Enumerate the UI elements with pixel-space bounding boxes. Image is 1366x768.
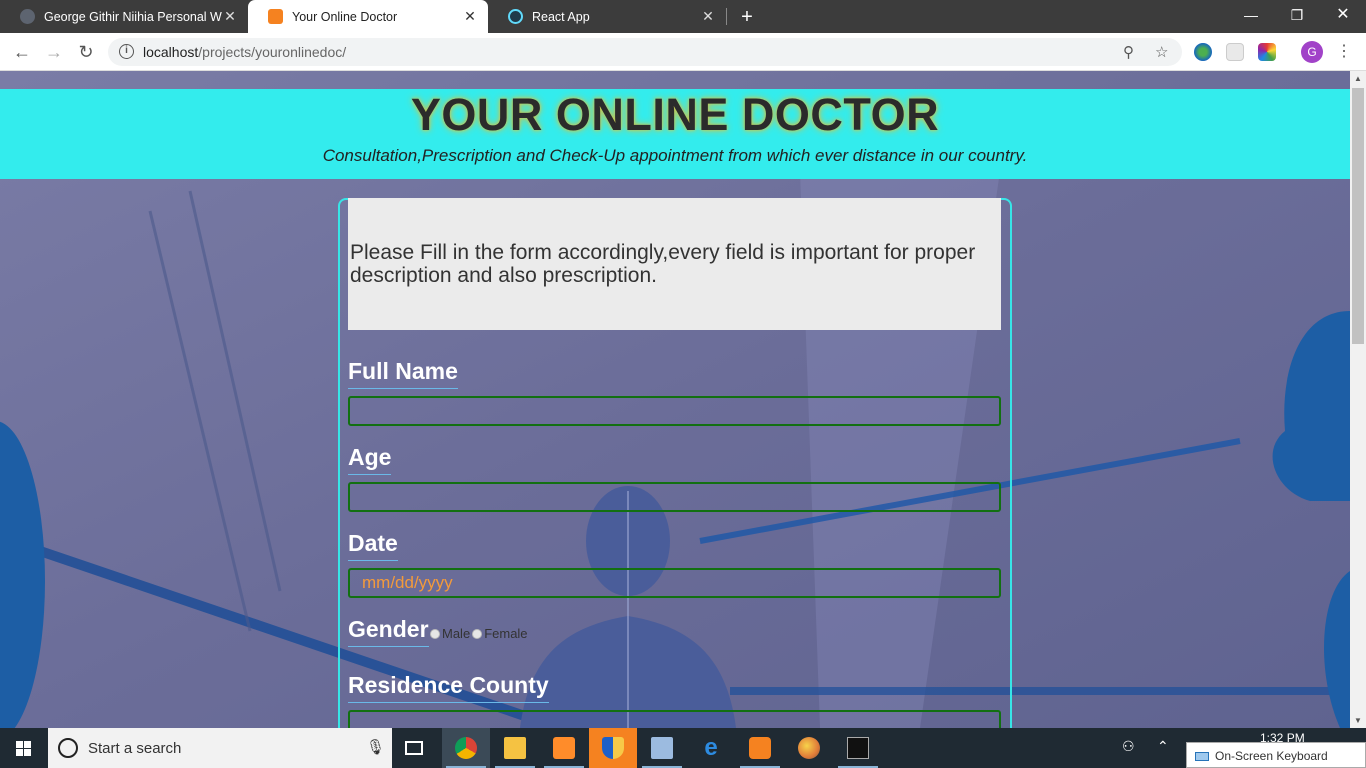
page-scrollbar[interactable]: ▲ ▼ xyxy=(1350,71,1366,728)
close-icon[interactable]: ✕ xyxy=(700,8,716,25)
taskbar-shield-app[interactable] xyxy=(589,728,637,768)
taskbar-sublime[interactable] xyxy=(540,728,588,768)
forward-button[interactable]: → xyxy=(42,40,66,64)
xampp-icon xyxy=(749,737,771,759)
shield-icon xyxy=(602,737,624,759)
minimize-button[interactable]: — xyxy=(1228,0,1274,30)
male-radio[interactable] xyxy=(430,628,440,639)
edge-icon: e xyxy=(704,734,718,761)
taskbar-search[interactable]: Start a search 🎙 xyxy=(48,728,392,768)
browser-tab-bar: George Githir Niihia Personal We ✕ Your … xyxy=(0,0,1366,33)
close-window-button[interactable]: ✕ xyxy=(1320,0,1366,30)
network-icon xyxy=(651,737,673,759)
taskbar-chrome[interactable] xyxy=(442,728,490,768)
folder-icon xyxy=(504,737,526,759)
site-header: YOUR ONLINE DOCTOR Consultation,Prescrip… xyxy=(0,89,1350,179)
date-input[interactable]: mm/dd/yyyy xyxy=(348,568,1001,598)
task-view-button[interactable] xyxy=(392,728,440,768)
xampp-icon xyxy=(268,9,283,24)
sublime-icon xyxy=(553,737,575,759)
chrome-icon xyxy=(455,737,477,759)
gender-options: Male Female xyxy=(430,626,528,641)
on-screen-keyboard-tooltip: On-Screen Keyboard xyxy=(1186,742,1366,768)
taskbar-network-app[interactable] xyxy=(638,728,686,768)
extension-color-icon[interactable] xyxy=(1258,43,1276,61)
task-view-icon xyxy=(405,741,423,755)
male-label: Male xyxy=(442,626,471,641)
cortana-icon xyxy=(58,738,78,758)
taskbar-file-explorer[interactable] xyxy=(491,728,539,768)
tab-react-app[interactable]: React App ✕ xyxy=(488,0,726,33)
scroll-up-icon[interactable]: ▲ xyxy=(1350,74,1366,83)
start-button[interactable] xyxy=(0,728,48,768)
gender-label: Gender xyxy=(348,616,429,647)
site-tagline: Consultation,Prescription and Check-Up a… xyxy=(322,146,1028,165)
taskbar-search-placeholder: Start a search xyxy=(88,740,182,757)
close-icon[interactable]: ✕ xyxy=(222,8,238,25)
new-tab-button[interactable]: + xyxy=(736,6,758,28)
browser-toolbar: ← → ↻ i localhost/projects/youronlinedoc… xyxy=(0,33,1366,71)
scrollbar-thumb[interactable] xyxy=(1352,88,1364,344)
taskbar-terminal[interactable] xyxy=(834,728,882,768)
site-title: YOUR ONLINE DOCTOR xyxy=(410,89,940,140)
date-placeholder: mm/dd/yyyy xyxy=(362,573,453,592)
form-panel: Please Fill in the form accordingly,ever… xyxy=(338,198,1012,728)
react-icon xyxy=(508,9,523,24)
date-label: Date xyxy=(348,530,398,561)
back-button[interactable]: ← xyxy=(10,40,34,64)
tab-title: React App xyxy=(532,9,590,24)
residence-county-label: Residence County xyxy=(348,672,549,703)
close-icon[interactable]: ✕ xyxy=(462,8,478,25)
star-icon[interactable]: ☆ xyxy=(1155,43,1168,61)
url-text[interactable]: localhost/projects/youronlinedoc/ xyxy=(143,44,346,60)
tab-your-online-doctor[interactable]: Your Online Doctor ✕ xyxy=(248,0,488,33)
full-name-input[interactable] xyxy=(348,396,1001,426)
tab-george-githir[interactable]: George Githir Niihia Personal We ✕ xyxy=(0,0,248,33)
terminal-icon xyxy=(847,737,869,759)
zoom-icon[interactable]: ⚲ xyxy=(1123,43,1134,61)
residence-county-input[interactable] xyxy=(348,710,1001,728)
taskbar-paint[interactable] xyxy=(785,728,833,768)
keyboard-icon xyxy=(1195,752,1209,761)
address-bar[interactable]: i localhost/projects/youronlinedoc/ ⚲ ☆ xyxy=(108,38,1182,66)
extension-globe-icon[interactable] xyxy=(1194,43,1212,61)
windows-logo-icon xyxy=(16,741,31,756)
page-viewport: YOUR ONLINE DOCTOR Consultation,Prescrip… xyxy=(0,71,1350,728)
taskbar-edge[interactable]: e xyxy=(687,728,735,768)
info-icon[interactable]: i xyxy=(119,44,134,59)
people-icon[interactable]: ⚇ xyxy=(1122,738,1135,755)
show-hidden-icons-icon[interactable]: ⌃ xyxy=(1157,738,1169,755)
globe-icon xyxy=(20,9,35,24)
tab-title: Your Online Doctor xyxy=(292,9,398,24)
age-input[interactable] xyxy=(348,482,1001,512)
extension-blank-icon[interactable] xyxy=(1226,43,1244,61)
age-label: Age xyxy=(348,444,392,475)
profile-avatar[interactable]: G xyxy=(1301,41,1323,63)
full-name-label: Full Name xyxy=(348,358,458,389)
tab-title: George Githir Niihia Personal We xyxy=(44,9,222,24)
tab-divider xyxy=(726,8,727,25)
osk-label: On-Screen Keyboard xyxy=(1215,749,1328,763)
reload-button[interactable]: ↻ xyxy=(74,40,98,64)
form-notice: Please Fill in the form accordingly,ever… xyxy=(348,198,1001,330)
female-label: Female xyxy=(484,626,528,641)
url-path: /projects/youronlinedoc/ xyxy=(198,44,347,60)
url-host: localhost xyxy=(143,44,199,60)
taskbar-xampp[interactable] xyxy=(736,728,784,768)
female-radio[interactable] xyxy=(472,628,483,639)
restore-button[interactable]: ❐ xyxy=(1274,0,1320,30)
scroll-down-icon[interactable]: ▼ xyxy=(1350,716,1366,725)
paint-icon xyxy=(798,737,820,759)
menu-icon[interactable]: ⋮ xyxy=(1336,42,1352,62)
windows-taskbar: Start a search 🎙 e ⚇ ⌃ 1:32 PM On-Screen… xyxy=(0,728,1366,768)
microphone-icon[interactable]: 🎙 xyxy=(366,738,385,756)
